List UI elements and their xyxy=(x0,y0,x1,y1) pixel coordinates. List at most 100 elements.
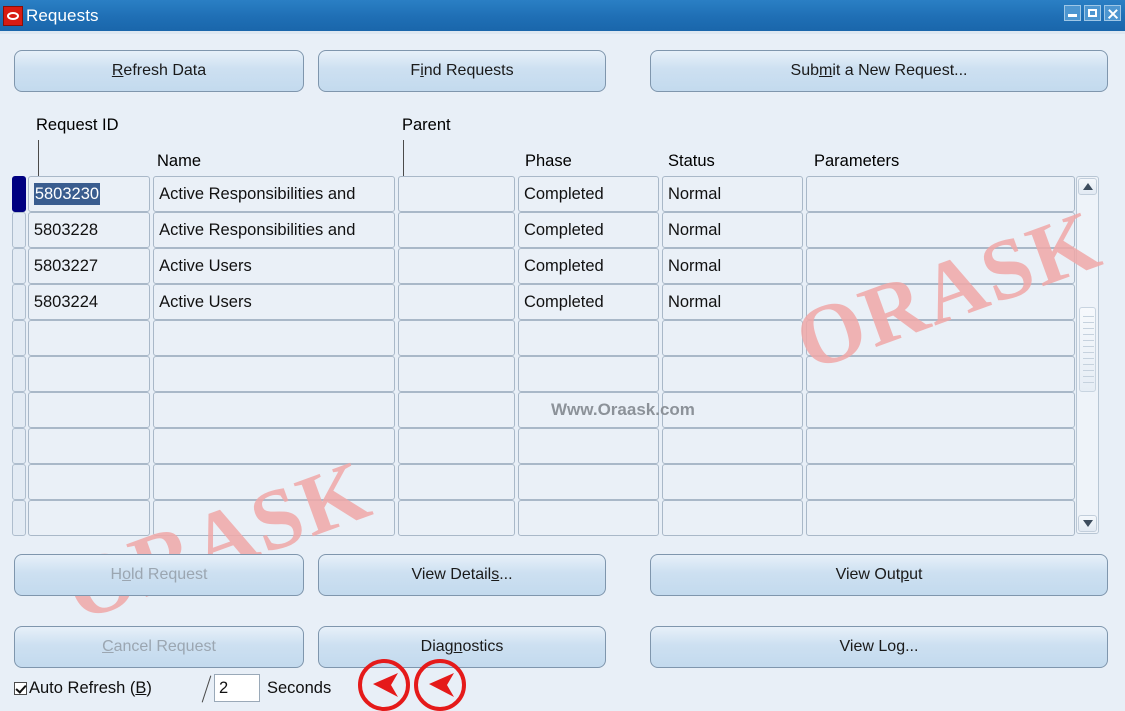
submit-new-request-button[interactable]: Sub m it a New Request... xyxy=(650,50,1108,92)
cell-parameters[interactable] xyxy=(805,464,1076,500)
cell-name[interactable]: Active Users xyxy=(153,284,395,320)
cell-parent[interactable] xyxy=(397,248,515,284)
cell-phase[interactable]: Completed xyxy=(517,176,659,212)
cell-request-id[interactable]: 5803227 xyxy=(27,248,151,284)
cell-phase[interactable] xyxy=(517,464,659,500)
cell-parent[interactable] xyxy=(397,392,515,428)
cell-parent[interactable] xyxy=(397,500,515,536)
view-log-button[interactable]: View Lo g... xyxy=(650,626,1108,668)
cell-phase[interactable] xyxy=(517,428,659,464)
cell-phase[interactable]: Completed xyxy=(517,284,659,320)
cell-request-id[interactable] xyxy=(27,320,151,356)
cancel-request-button[interactable]: Cancel Request xyxy=(14,626,304,668)
refresh-data-button[interactable]: Refresh Data xyxy=(14,50,304,92)
cell-status[interactable]: Normal xyxy=(661,284,803,320)
row-selector[interactable] xyxy=(12,500,26,536)
cell-phase[interactable] xyxy=(517,392,659,428)
row-selector[interactable] xyxy=(12,248,26,284)
table-row[interactable]: 5803228 Active Responsibilities and Comple… xyxy=(12,212,1076,248)
cell-phase[interactable]: Completed xyxy=(517,248,659,284)
cell-parent[interactable] xyxy=(397,284,515,320)
cell-name[interactable] xyxy=(153,356,395,392)
cell-parent[interactable] xyxy=(397,176,515,212)
cell-request-id[interactable]: 5803230 xyxy=(27,176,151,212)
cell-request-id[interactable] xyxy=(27,464,151,500)
cell-parameters[interactable] xyxy=(805,212,1076,248)
table-row[interactable]: 5803230 Active Responsibilities and Comple… xyxy=(12,176,1076,212)
cell-parameters[interactable] xyxy=(805,284,1076,320)
cell-name[interactable] xyxy=(153,392,395,428)
cell-status[interactable] xyxy=(661,320,803,356)
cell-status[interactable] xyxy=(661,392,803,428)
cell-name[interactable]: Active Responsibilities and xyxy=(153,176,395,212)
cell-request-id[interactable]: 5803228 xyxy=(27,212,151,248)
cell-status[interactable] xyxy=(661,464,803,500)
refresh-interval-input[interactable]: 2 xyxy=(214,674,260,702)
cell-request-id[interactable] xyxy=(27,392,151,428)
cell-parameters[interactable] xyxy=(805,248,1076,284)
table-row[interactable] xyxy=(12,320,1076,356)
view-output-button[interactable]: View Out p ut xyxy=(650,554,1108,596)
cell-parameters[interactable] xyxy=(805,176,1076,212)
find-requests-button[interactable]: Fi nd Requests xyxy=(318,50,606,92)
row-selector[interactable] xyxy=(12,392,26,428)
auto-refresh-checkbox[interactable] xyxy=(14,682,27,695)
cell-parameters[interactable] xyxy=(805,356,1076,392)
cell-status[interactable]: Normal xyxy=(661,176,803,212)
row-selector[interactable] xyxy=(12,464,26,500)
cell-parameters[interactable] xyxy=(805,428,1076,464)
table-row[interactable]: 5803227 Active Users Completed Normal xyxy=(12,248,1076,284)
cell-phase[interactable] xyxy=(517,500,659,536)
cell-parent[interactable] xyxy=(397,356,515,392)
table-row[interactable] xyxy=(12,392,1076,428)
cell-parameters[interactable] xyxy=(805,392,1076,428)
row-selector[interactable] xyxy=(12,176,26,212)
close-icon[interactable] xyxy=(1104,5,1121,21)
cell-phase[interactable]: Completed xyxy=(517,212,659,248)
minimize-icon[interactable] xyxy=(1064,5,1081,21)
cell-parameters[interactable] xyxy=(805,320,1076,356)
cell-parameters[interactable] xyxy=(805,500,1076,536)
cell-name[interactable] xyxy=(153,464,395,500)
row-selector[interactable] xyxy=(12,428,26,464)
cell-name[interactable] xyxy=(153,320,395,356)
view-details-button[interactable]: View Detail s... xyxy=(318,554,606,596)
table-row[interactable] xyxy=(12,464,1076,500)
row-selector[interactable] xyxy=(12,356,26,392)
scroll-down-icon[interactable] xyxy=(1078,515,1097,532)
cell-request-id[interactable] xyxy=(27,500,151,536)
cell-name[interactable]: Active Users xyxy=(153,248,395,284)
cell-request-id[interactable]: 5803224 xyxy=(27,284,151,320)
cell-phase[interactable] xyxy=(517,356,659,392)
cell-parent[interactable] xyxy=(397,428,515,464)
row-selector[interactable] xyxy=(12,212,26,248)
requests-grid: 5803230 Active Responsibilities and Comple… xyxy=(12,176,1112,536)
cell-status[interactable]: Normal xyxy=(661,248,803,284)
scrollbar-thumb[interactable] xyxy=(1079,307,1096,392)
grid-vertical-scrollbar[interactable] xyxy=(1076,176,1099,534)
hold-request-button[interactable]: Ho ld Request xyxy=(14,554,304,596)
cell-parent[interactable] xyxy=(397,320,515,356)
cell-request-id[interactable] xyxy=(27,356,151,392)
row-selector[interactable] xyxy=(12,284,26,320)
cell-status[interactable] xyxy=(661,356,803,392)
cell-name[interactable]: Active Responsibilities and xyxy=(153,212,395,248)
cell-name[interactable] xyxy=(153,500,395,536)
table-row[interactable]: 5803224 Active Users Completed Normal xyxy=(12,284,1076,320)
table-row[interactable] xyxy=(12,356,1076,392)
cell-status[interactable] xyxy=(661,428,803,464)
scroll-up-icon[interactable] xyxy=(1078,178,1097,195)
diagnostics-button[interactable]: Diag n ostics xyxy=(318,626,606,668)
cell-parent[interactable] xyxy=(397,464,515,500)
table-row[interactable] xyxy=(12,500,1076,536)
table-row[interactable] xyxy=(12,428,1076,464)
row-selector[interactable] xyxy=(12,320,26,356)
cell-parent[interactable] xyxy=(397,212,515,248)
cell-status[interactable]: Normal xyxy=(661,212,803,248)
maximize-icon[interactable] xyxy=(1084,5,1101,21)
cell-name[interactable] xyxy=(153,428,395,464)
cell-phase[interactable] xyxy=(517,320,659,356)
cell-request-id[interactable] xyxy=(27,428,151,464)
seconds-label: Seconds xyxy=(267,679,332,697)
cell-status[interactable] xyxy=(661,500,803,536)
